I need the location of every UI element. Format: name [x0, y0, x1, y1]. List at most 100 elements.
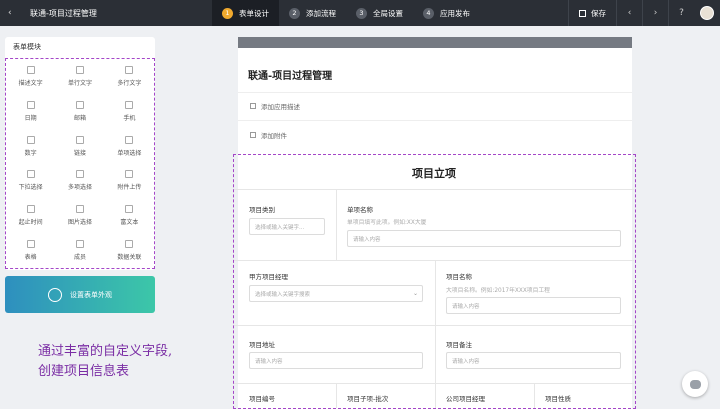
divider [534, 383, 535, 408]
attachment-icon [125, 170, 134, 179]
address-input[interactable]: 请输入内容 [249, 352, 423, 369]
placeholder: 请输入内容 [353, 236, 381, 243]
field-label: 项目地址 [249, 341, 275, 349]
step-label: 全局设置 [373, 8, 403, 18]
widget-label: 成员 [73, 254, 86, 262]
widget-phone[interactable]: 手机 [105, 94, 154, 129]
attachment-icon [250, 132, 256, 138]
radio-icon [125, 135, 134, 144]
widget-multi-line[interactable]: 多行文字 [105, 59, 154, 94]
widget-rich-text[interactable]: 富文本 [105, 198, 154, 233]
placeholder: 请输入内容 [255, 358, 283, 365]
placeholder: 请输入内容 [452, 303, 480, 310]
widget-table[interactable]: 表格 [6, 233, 55, 268]
section-title: 项目立项 [412, 167, 456, 180]
comment-icon [250, 103, 256, 109]
divider [234, 189, 634, 190]
step-number: 2 [289, 7, 300, 19]
step-number: 4 [423, 7, 434, 19]
back-arrow-icon[interactable]: ‹ [8, 8, 12, 18]
save-label: 保存 [591, 8, 606, 18]
image-icon [75, 205, 84, 214]
widget-label: 表格 [24, 254, 37, 262]
widget-multi-choice[interactable]: 多项选择 [55, 163, 104, 198]
undo-icon[interactable]: ‹ [616, 0, 642, 26]
step-add-flow[interactable]: 2 添加流程 [279, 0, 346, 26]
widget-link[interactable]: 链接 [55, 129, 104, 164]
appearance-button[interactable]: 设置表单外观 [5, 276, 155, 313]
widget-dropdown[interactable]: 下拉选择 [6, 163, 55, 198]
widget-number[interactable]: 数字 [6, 129, 55, 164]
widget-grid: 描述文字 单行文字 多行文字 日期 邮箱 手机 数字 链接 单项选择 下拉选择 … [5, 58, 155, 269]
placeholder: 请输入内容 [452, 358, 480, 365]
appearance-label: 设置表单外观 [70, 290, 112, 299]
save-button[interactable]: 保存 [568, 0, 616, 26]
top-bar: ‹ 联通-项目过程管理 1 表单设计 2 添加流程 3 全局设置 4 应用发布 保存 ‹… [0, 0, 720, 26]
widget-data-link[interactable]: 数据关联 [105, 233, 154, 268]
category-select[interactable]: 选择或输入关键字... [249, 218, 325, 235]
widget-description[interactable]: 描述文字 [6, 59, 55, 94]
number-icon [26, 135, 35, 144]
add-attachment[interactable]: 添加附件 [250, 130, 287, 140]
field-label: 公司项目经理 [446, 395, 485, 403]
field-label: 项目名称 [446, 273, 472, 281]
text-icon [26, 65, 35, 74]
divider [234, 325, 634, 326]
widget-label: 多项选择 [67, 184, 92, 192]
widget-attachment[interactable]: 附件上传 [105, 163, 154, 198]
mail-icon [75, 100, 84, 109]
rich-text-icon [125, 205, 134, 214]
divider [435, 260, 436, 383]
form-title[interactable]: 联通-项目过程管理 [248, 67, 332, 82]
widget-email[interactable]: 邮箱 [55, 94, 104, 129]
field-label: 单项名称 [347, 206, 373, 214]
textarea-icon [125, 65, 134, 74]
widget-label: 描述文字 [18, 79, 43, 87]
widget-label: 图片选择 [67, 219, 92, 227]
chat-button[interactable] [682, 371, 708, 397]
party-manager-select[interactable]: 选择或输入关键字搜索 ⌄ [249, 285, 423, 302]
step-label: 表单设计 [239, 8, 269, 18]
input-icon [75, 65, 84, 74]
chat-bubble-icon [689, 379, 701, 389]
step-global-settings[interactable]: 3 全局设置 [346, 0, 413, 26]
widget-label: 链接 [73, 149, 86, 157]
field-label: 项目备注 [446, 341, 472, 349]
avatar[interactable] [700, 6, 714, 20]
widget-single-choice[interactable]: 单项选择 [105, 129, 154, 164]
widget-image[interactable]: 图片选择 [55, 198, 104, 233]
link-icon [75, 135, 84, 144]
step-number: 3 [356, 7, 367, 19]
divider [234, 383, 634, 384]
calendar-icon [26, 100, 35, 109]
help-icon[interactable]: ? [668, 0, 694, 26]
project-name-input[interactable]: 请输入内容 [446, 297, 621, 314]
widget-label: 数字 [24, 149, 37, 157]
step-form-design[interactable]: 1 表单设计 [212, 0, 279, 26]
divider [238, 92, 632, 93]
app-title: 联通-项目过程管理 [30, 9, 97, 18]
widget-member[interactable]: 成员 [55, 233, 104, 268]
redo-icon[interactable]: › [642, 0, 668, 26]
dropdown-icon [26, 170, 35, 179]
add-attachment-label: 添加附件 [261, 132, 287, 140]
field-label: 项目性质 [545, 395, 571, 403]
widget-time-range[interactable]: 起止时间 [6, 198, 55, 233]
widget-single-line[interactable]: 单行文字 [55, 59, 104, 94]
widget-label: 数据关联 [117, 254, 142, 262]
remark-input[interactable]: 请输入内容 [446, 352, 621, 369]
field-label: 甲方项目经理 [249, 273, 288, 281]
widget-label: 手机 [123, 114, 136, 122]
divider [238, 120, 632, 121]
save-icon [579, 9, 586, 17]
add-description[interactable]: 添加应用描述 [250, 101, 300, 111]
widget-label: 附件上传 [117, 184, 142, 192]
step-publish[interactable]: 4 应用发布 [413, 0, 480, 26]
item-name-input[interactable]: 请输入内容 [347, 230, 621, 247]
widget-label: 邮箱 [73, 114, 86, 122]
divider [336, 383, 337, 408]
palette-icon [48, 287, 62, 302]
chevron-down-icon: ⌄ [412, 290, 418, 297]
widget-date[interactable]: 日期 [6, 94, 55, 129]
divider [336, 189, 337, 260]
